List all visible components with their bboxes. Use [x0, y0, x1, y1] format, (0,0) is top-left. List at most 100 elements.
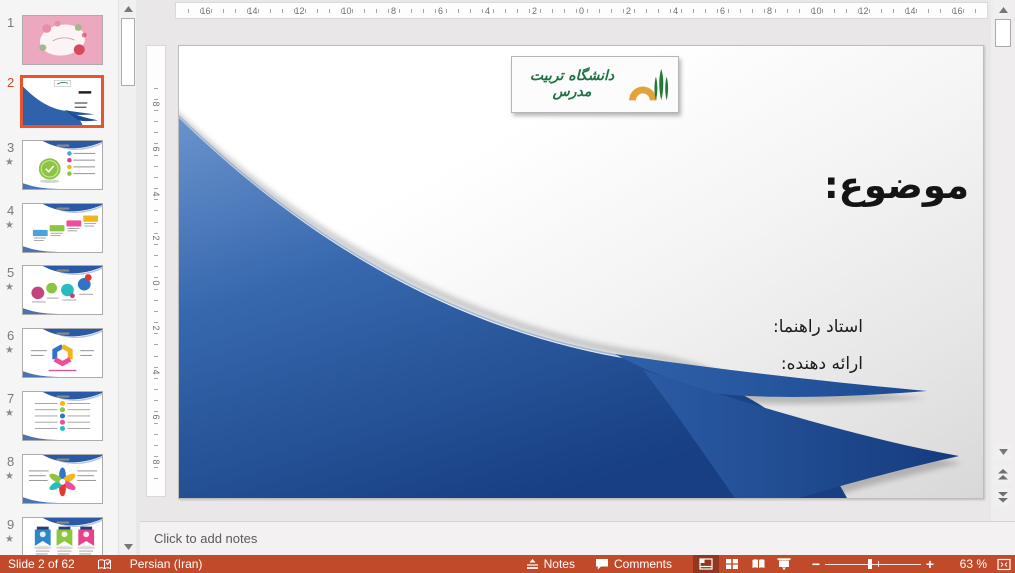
ruler-tick — [329, 9, 330, 13]
thumbnail-number: 8 — [7, 454, 14, 469]
zoom-out-button[interactable]: − — [809, 556, 823, 572]
thumb-scrollbar-handle[interactable] — [121, 18, 135, 86]
ruler-tick — [446, 9, 447, 13]
slide-thumbnail[interactable] — [22, 454, 103, 504]
notes-placeholder[interactable]: Click to add notes — [154, 531, 257, 546]
ruler-tick — [940, 9, 941, 13]
ruler-tick — [529, 9, 530, 13]
ruler-tick — [154, 389, 158, 390]
vertical-scrollbar[interactable] — [991, 0, 1015, 521]
notes-toggle-button[interactable]: Notes — [521, 555, 580, 573]
slide-show-button[interactable] — [771, 555, 797, 573]
ruler-tick — [493, 9, 494, 13]
scroll-down-button[interactable] — [994, 443, 1012, 460]
slide-canvas[interactable]: دانشگاه تربیت مدرس موضوع: استاد راهنما: … — [178, 45, 984, 499]
next-slide-button[interactable] — [994, 489, 1012, 506]
reading-view-button[interactable] — [745, 555, 771, 573]
ruler-tick — [646, 9, 647, 13]
ruler-segment: 0 — [558, 3, 605, 18]
ruler-segment: 10 — [323, 3, 370, 18]
ruler-tick — [517, 9, 518, 13]
ruler-tick — [211, 9, 212, 13]
slide-thumbnail[interactable] — [22, 203, 103, 253]
animation-star-icon: ★ — [5, 282, 14, 293]
slide-thumbnail[interactable] — [22, 391, 103, 441]
ruler-tick — [154, 322, 158, 323]
comments-toggle-button[interactable]: Comments — [590, 555, 677, 573]
ruler-tick — [458, 9, 459, 13]
ruler-tick — [154, 478, 158, 479]
ruler-tick — [893, 9, 894, 13]
notes-panel[interactable]: Click to add notes — [140, 521, 1015, 555]
ruler-tick — [470, 9, 471, 13]
scrollbar-handle[interactable] — [995, 19, 1011, 47]
animation-star-icon: ★ — [5, 408, 14, 419]
zoom-in-button[interactable]: + — [923, 556, 937, 572]
ruler-tick — [540, 9, 541, 13]
arrow-up-icon — [124, 6, 133, 12]
zoom-slider[interactable] — [825, 555, 921, 573]
slide-title-placeholder[interactable]: موضوع: — [824, 164, 969, 207]
thumbnail-preview — [23, 16, 102, 64]
thumbnail-item-4: 4★ — [0, 203, 118, 261]
double-arrow-up-icon — [998, 469, 1008, 480]
ruler-tick — [364, 9, 365, 13]
thumbnail-item-8: 8★ — [0, 454, 118, 512]
ruler-tick — [376, 9, 377, 13]
ruler-tick — [154, 411, 158, 412]
ruler-tick — [869, 9, 870, 13]
slide-thumbnail[interactable] — [20, 75, 104, 128]
ruler-segment: 4 — [147, 171, 165, 216]
ruler-tick — [154, 277, 158, 278]
ruler-tick — [552, 9, 553, 13]
ruler-number: 2 — [151, 236, 161, 241]
ruler-tick — [154, 378, 158, 379]
slide-thumbnail[interactable] — [22, 328, 103, 378]
thumb-scroll-up-button[interactable] — [120, 0, 136, 17]
ruler-tick — [822, 9, 823, 13]
ruler-segment: 2 — [147, 305, 165, 350]
slide-thumbnail[interactable] — [22, 140, 103, 190]
ruler-tick — [154, 255, 158, 256]
ruler-tick — [611, 9, 612, 13]
thumb-scroll-down-button[interactable] — [120, 538, 136, 555]
normal-view-button[interactable] — [693, 555, 719, 573]
ruler-tick — [154, 99, 158, 100]
ruler-tick — [658, 9, 659, 13]
animation-star-icon: ★ — [5, 534, 14, 545]
ruler-tick — [352, 9, 353, 13]
ruler-tick — [282, 9, 283, 13]
slide-thumbnail[interactable] — [22, 265, 103, 315]
vertical-ruler: 864202468 — [146, 45, 166, 497]
supervisor-text[interactable]: استاد راهنما: — [773, 317, 863, 337]
presenter-text[interactable]: ارائه دهنده: — [781, 354, 863, 374]
zoom-level[interactable]: 63 % — [945, 557, 987, 571]
ruler-segment: 4 — [147, 350, 165, 395]
slide-indicator[interactable]: Slide 2 of 62 — [8, 557, 75, 571]
previous-slide-button[interactable] — [994, 466, 1012, 483]
thumbnail-scrollbar[interactable] — [118, 0, 136, 555]
ruler-tick — [775, 9, 776, 13]
fit-to-window-icon — [997, 558, 1011, 571]
university-logo[interactable]: دانشگاه تربیت مدرس — [511, 56, 679, 113]
ruler-tick — [270, 9, 271, 13]
ruler-tick — [305, 9, 306, 13]
ruler-number: 6 — [151, 415, 161, 420]
fit-slide-button[interactable] — [997, 558, 1011, 571]
ruler-tick — [787, 9, 788, 13]
ruler-tick — [834, 9, 835, 13]
ruler-number: 4 — [151, 191, 161, 196]
ruler-segment: 6 — [147, 395, 165, 440]
zoom-slider-handle[interactable] — [868, 559, 872, 569]
ruler-tick — [154, 233, 158, 234]
ruler-tick — [223, 9, 224, 13]
proofing-status-button[interactable] — [97, 558, 112, 571]
language-indicator[interactable]: Persian (Iran) — [130, 557, 203, 571]
scroll-up-button[interactable] — [994, 1, 1012, 18]
animation-star-icon: ★ — [5, 220, 14, 231]
slide-sorter-view-button[interactable] — [719, 555, 745, 573]
ruler-number: 2 — [532, 6, 537, 16]
slide-thumbnail[interactable] — [22, 15, 103, 65]
ruler-tick — [154, 456, 158, 457]
ruler-tick — [317, 9, 318, 13]
